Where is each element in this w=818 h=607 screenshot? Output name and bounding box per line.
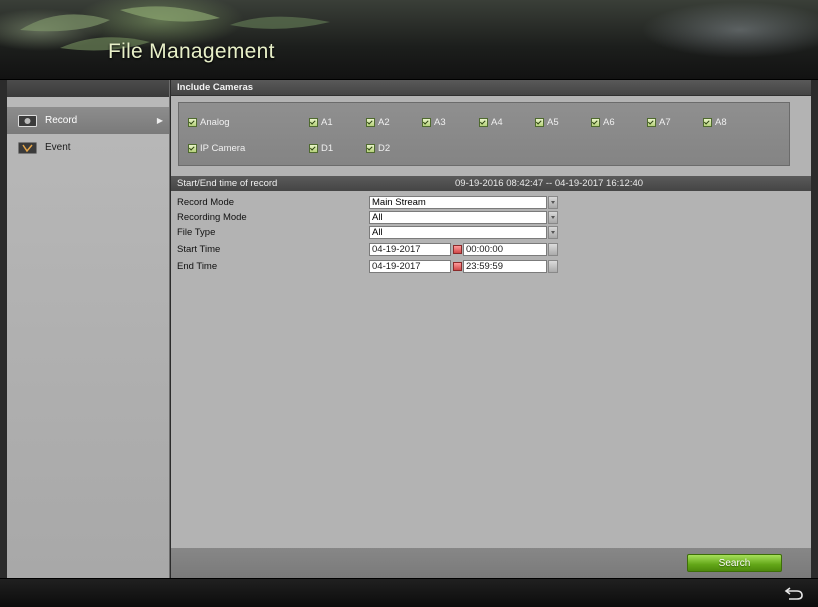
sidebar-top-bar xyxy=(7,80,169,97)
chevron-right-icon: ▶ xyxy=(156,116,163,125)
page-title: File Management xyxy=(108,40,275,63)
analog-checkbox[interactable]: Analog xyxy=(188,117,230,128)
end-date-input[interactable]: 04-19-2017 xyxy=(369,260,451,273)
sidebar: Record ▶ Event xyxy=(7,80,170,578)
record-time-bar: Start/End time of record 09-19-2016 08:4… xyxy=(171,176,811,191)
dvr-screen: File Management Record ▶ Event Include C… xyxy=(0,0,818,607)
action-bar: Search xyxy=(171,548,811,578)
start-time-row: Start Time 04-19-2017 00:00:00 xyxy=(171,243,811,258)
camera-label: A8 xyxy=(715,117,727,128)
camera-label: A3 xyxy=(434,117,446,128)
camera-checkbox-a1[interactable]: A1 xyxy=(309,117,333,128)
checkbox-checked-icon xyxy=(479,118,488,127)
ip-camera-row: IP Camera D1 D2 xyxy=(179,143,789,159)
record-camera-icon xyxy=(18,114,37,127)
end-time-label: End Time xyxy=(177,261,218,272)
camera-checkbox-d2[interactable]: D2 xyxy=(366,143,390,154)
record-mode-label: Record Mode xyxy=(177,197,235,208)
start-date-input[interactable]: 04-19-2017 xyxy=(369,243,451,256)
analog-camera-row: Analog A1 A2 A3 A4 A5 A6 A7 A8 xyxy=(179,117,789,133)
camera-checkbox-a8[interactable]: A8 xyxy=(703,117,727,128)
camera-label: D1 xyxy=(321,143,334,154)
file-type-label: File Type xyxy=(177,227,216,238)
chevron-down-icon[interactable] xyxy=(548,211,558,224)
camera-checkbox-a5[interactable]: A5 xyxy=(535,117,559,128)
end-time-input[interactable]: 23:59:59 xyxy=(463,260,547,273)
camera-label: A5 xyxy=(547,117,559,128)
end-time-row: End Time 04-19-2017 23:59:59 xyxy=(171,260,811,275)
checkbox-checked-icon xyxy=(366,144,375,153)
checkbox-checked-icon xyxy=(647,118,656,127)
event-icon xyxy=(18,141,37,154)
record-mode-select[interactable]: Main Stream xyxy=(369,196,547,209)
camera-checkbox-d1[interactable]: D1 xyxy=(309,143,333,154)
bottom-bar xyxy=(0,578,818,607)
checkbox-checked-icon xyxy=(309,118,318,127)
camera-label: D2 xyxy=(378,143,391,154)
camera-label: A6 xyxy=(603,117,615,128)
camera-checkbox-a4[interactable]: A4 xyxy=(479,117,503,128)
chevron-down-icon[interactable] xyxy=(548,196,558,209)
file-type-row: File Type All xyxy=(171,226,811,241)
sidebar-item-record[interactable]: Record ▶ xyxy=(7,107,169,134)
camera-checkbox-a6[interactable]: A6 xyxy=(591,117,615,128)
include-cameras-header: Include Cameras xyxy=(171,80,811,96)
calendar-icon[interactable] xyxy=(453,262,462,271)
checkbox-checked-icon xyxy=(188,144,197,153)
recording-mode-label: Recording Mode xyxy=(177,212,247,223)
record-mode-row: Record Mode Main Stream xyxy=(171,196,811,211)
record-time-label: Start/End time of record xyxy=(177,178,278,189)
checkbox-checked-icon xyxy=(309,144,318,153)
recording-mode-row: Recording Mode All xyxy=(171,211,811,226)
checkbox-checked-icon xyxy=(422,118,431,127)
checkbox-checked-icon xyxy=(366,118,375,127)
header-banner: File Management xyxy=(0,0,818,80)
camera-checkbox-a7[interactable]: A7 xyxy=(647,117,671,128)
camera-checkbox-a3[interactable]: A3 xyxy=(422,117,446,128)
checkbox-checked-icon xyxy=(591,118,600,127)
sidebar-item-label: Event xyxy=(45,142,71,153)
checkbox-checked-icon xyxy=(535,118,544,127)
ip-camera-checkbox[interactable]: IP Camera xyxy=(188,143,245,154)
record-time-range: 09-19-2016 08:42:47 -- 04-19-2017 16:12:… xyxy=(455,178,644,189)
search-button[interactable]: Search xyxy=(687,554,782,572)
camera-label: A2 xyxy=(378,117,390,128)
checkbox-checked-icon xyxy=(188,118,197,127)
ip-camera-label: IP Camera xyxy=(200,143,246,154)
checkbox-checked-icon xyxy=(703,118,712,127)
camera-label: A7 xyxy=(659,117,671,128)
chevron-down-icon[interactable] xyxy=(548,226,558,239)
back-arrow-icon[interactable] xyxy=(784,585,804,601)
start-time-input[interactable]: 00:00:00 xyxy=(463,243,547,256)
camera-label: A1 xyxy=(321,117,333,128)
main-panel: Include Cameras Analog A1 A2 A3 A4 A5 A6… xyxy=(171,80,811,578)
camera-checkbox-a2[interactable]: A2 xyxy=(366,117,390,128)
calendar-icon[interactable] xyxy=(453,245,462,254)
sidebar-item-label: Record xyxy=(45,115,78,126)
clock-icon[interactable] xyxy=(548,243,558,256)
camera-label: A4 xyxy=(491,117,503,128)
camera-selection-box: Analog A1 A2 A3 A4 A5 A6 A7 A8 IP Camera… xyxy=(178,102,790,166)
sidebar-item-event[interactable]: Event xyxy=(7,134,169,161)
start-time-label: Start Time xyxy=(177,244,221,255)
clock-icon[interactable] xyxy=(548,260,558,273)
analog-label: Analog xyxy=(200,117,230,128)
file-type-select[interactable]: All xyxy=(369,226,547,239)
recording-mode-select[interactable]: All xyxy=(369,211,547,224)
